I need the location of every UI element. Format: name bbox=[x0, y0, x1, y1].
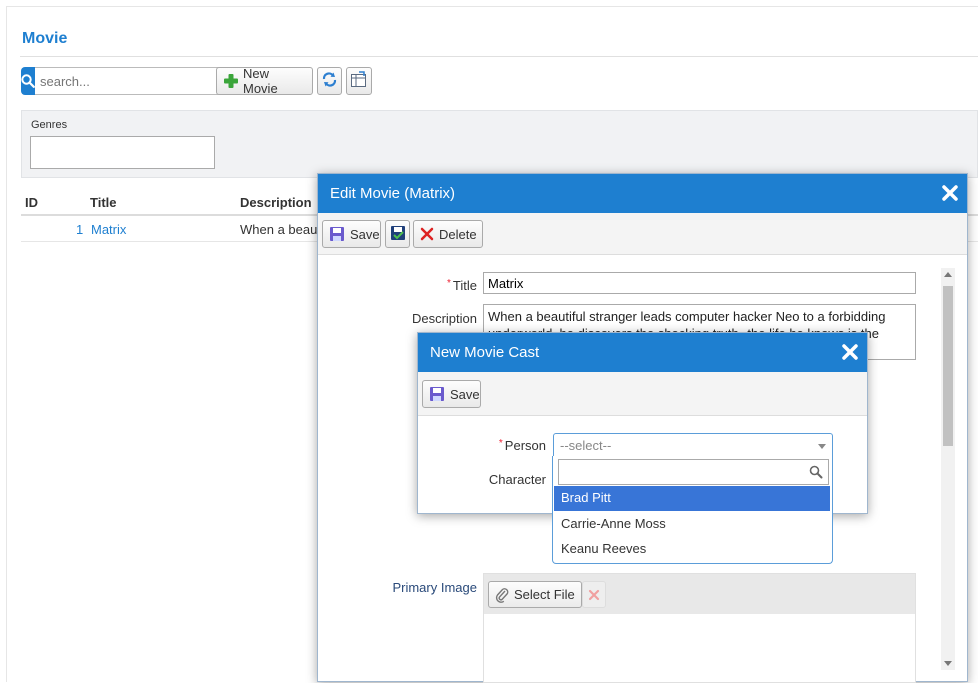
close-icon[interactable] bbox=[841, 343, 859, 361]
paperclip-icon bbox=[495, 587, 509, 603]
scrollbar-thumb[interactable] bbox=[943, 286, 953, 446]
filter-bar: Genres bbox=[21, 110, 978, 178]
cast-save-button[interactable]: Save bbox=[422, 380, 481, 408]
required-marker: * bbox=[447, 278, 451, 289]
chevron-down-icon bbox=[818, 444, 826, 449]
title-divider bbox=[20, 56, 978, 57]
person-select[interactable]: --select-- bbox=[553, 433, 833, 458]
remove-icon bbox=[588, 589, 600, 600]
dropdown-option-brad-pitt[interactable]: Brad Pitt bbox=[554, 486, 830, 511]
person-field-label: * Person bbox=[498, 438, 546, 453]
cast-save-label: Save bbox=[450, 386, 480, 402]
primary-image-label: Primary Image bbox=[392, 580, 477, 595]
title-field-label: * Title bbox=[447, 278, 477, 293]
genres-filter-input[interactable] bbox=[30, 136, 215, 169]
search-icon bbox=[809, 465, 823, 482]
primary-image-uploader: Select File bbox=[483, 573, 916, 683]
cast-dialog-header: New Movie Cast bbox=[418, 333, 867, 372]
select-file-label: Select File bbox=[514, 587, 575, 602]
close-icon[interactable] bbox=[941, 184, 959, 202]
apply-changes-button[interactable] bbox=[385, 220, 410, 248]
genres-label: Genres bbox=[31, 119, 68, 131]
search-input[interactable] bbox=[35, 67, 222, 95]
new-movie-button[interactable]: New Movie bbox=[216, 66, 313, 96]
column-picker-button[interactable] bbox=[346, 67, 372, 95]
delete-button[interactable]: Delete bbox=[413, 220, 483, 248]
delete-icon bbox=[420, 227, 434, 241]
person-dropdown: Brad Pitt Carrie-Anne Moss Keanu Reeves bbox=[552, 456, 833, 564]
person-select-value: --select-- bbox=[560, 438, 612, 453]
cell-id: 1 bbox=[76, 222, 84, 237]
cast-dialog-title: New Movie Cast bbox=[430, 344, 540, 361]
save-button[interactable]: Save bbox=[322, 220, 381, 248]
scroll-up-arrow[interactable] bbox=[944, 272, 952, 277]
required-marker: * bbox=[498, 438, 503, 449]
scroll-down-arrow[interactable] bbox=[944, 661, 952, 666]
column-header-title[interactable]: Title bbox=[90, 195, 117, 210]
dropdown-option-carrie-anne-moss[interactable]: Carrie-Anne Moss bbox=[554, 512, 830, 537]
select-file-button[interactable]: Select File bbox=[488, 581, 582, 608]
column-header-id[interactable]: ID bbox=[25, 195, 38, 210]
image-toolbar: Select File bbox=[484, 574, 915, 614]
refresh-button[interactable] bbox=[317, 67, 342, 95]
dialog-header: Edit Movie (Matrix) bbox=[318, 174, 967, 213]
save-icon bbox=[429, 386, 445, 402]
column-header-description[interactable]: Description bbox=[240, 195, 312, 210]
cell-title-link[interactable]: Matrix bbox=[91, 222, 126, 237]
column-picker-icon bbox=[350, 71, 367, 91]
delete-label: Delete bbox=[439, 226, 477, 242]
dropdown-option-keanu-reeves[interactable]: Keanu Reeves bbox=[554, 537, 830, 562]
dialog-scrollbar[interactable] bbox=[941, 268, 955, 670]
page-title: Movie bbox=[22, 30, 68, 47]
refresh-icon bbox=[321, 71, 338, 91]
search-icon bbox=[21, 74, 35, 88]
add-icon bbox=[223, 73, 239, 89]
cast-dialog-toolbar: Save bbox=[418, 372, 867, 416]
dialog-toolbar: Save Delete bbox=[318, 213, 967, 255]
dropdown-search-input[interactable] bbox=[558, 459, 829, 485]
clear-file-button[interactable] bbox=[582, 581, 606, 608]
character-field-label: Character bbox=[488, 472, 546, 487]
dialog-title: Edit Movie (Matrix) bbox=[330, 185, 456, 202]
save-icon bbox=[329, 226, 345, 242]
new-movie-label: New Movie bbox=[243, 66, 278, 96]
title-input[interactable] bbox=[483, 272, 916, 294]
description-field-label: Description bbox=[411, 311, 477, 326]
save-close-icon bbox=[390, 225, 406, 244]
save-label: Save bbox=[350, 226, 380, 242]
search-box bbox=[21, 67, 222, 95]
search-button[interactable] bbox=[21, 67, 35, 95]
